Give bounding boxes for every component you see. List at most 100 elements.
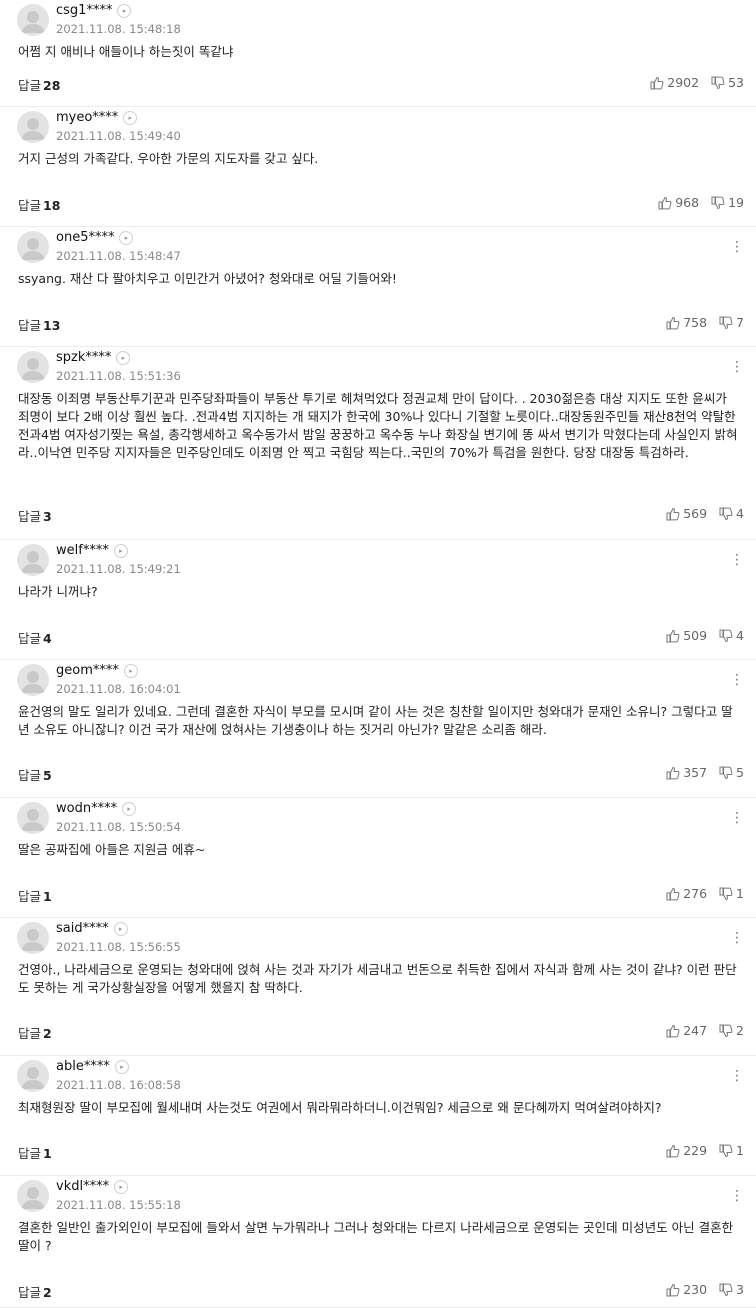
vote-group: 247 2	[654, 1023, 744, 1038]
profile-arrow-icon[interactable]: ▸	[114, 1180, 129, 1194]
dislike-button[interactable]: 3	[719, 1282, 744, 1297]
profile-arrow-icon[interactable]: ▸	[114, 1060, 129, 1074]
dislike-button[interactable]: 1	[719, 886, 744, 901]
comment-item: welf**** ▸ 2021.11.08. 15:49:21 ⋮ 나라가 니꺼냐…	[0, 540, 756, 660]
comment-author[interactable]: csg1**** ▸	[56, 3, 132, 18]
avatar[interactable]	[17, 664, 49, 696]
like-button[interactable]: 2902	[650, 75, 699, 90]
reply-button[interactable]: 답글 5	[18, 765, 52, 784]
author-nickname[interactable]: myeo****	[56, 110, 118, 125]
more-options-icon[interactable]: ⋮	[730, 931, 744, 945]
reply-label: 답글	[18, 1285, 42, 1300]
more-options-icon[interactable]: ⋮	[730, 1069, 744, 1083]
reply-button[interactable]: 답글 4	[18, 628, 52, 647]
avatar[interactable]	[17, 802, 49, 834]
comment-author[interactable]: vkdl**** ▸	[56, 1179, 129, 1194]
avatar[interactable]	[17, 231, 49, 263]
author-nickname[interactable]: csg1****	[56, 3, 112, 18]
like-button[interactable]: 357	[666, 765, 707, 780]
comment-item: one5**** ▸ 2021.11.08. 15:48:47 ⋮ ssyang.…	[0, 227, 756, 347]
comment-date: 2021.11.08. 15:50:54	[56, 820, 181, 834]
comment-date: 2021.11.08. 15:56:55	[56, 940, 181, 954]
dislike-button[interactable]: 4	[719, 506, 744, 521]
profile-arrow-icon[interactable]: ▸	[113, 922, 128, 936]
dislike-button[interactable]: 53	[711, 75, 744, 90]
thumbs-down-icon	[719, 315, 736, 330]
like-button[interactable]: 758	[666, 315, 707, 330]
avatar[interactable]	[17, 1060, 49, 1092]
like-count: 276	[683, 886, 708, 901]
profile-arrow-icon[interactable]: ▸	[116, 351, 131, 365]
like-button[interactable]: 509	[666, 628, 707, 643]
profile-arrow-icon[interactable]: ▸	[119, 231, 134, 245]
author-nickname[interactable]: said****	[56, 921, 109, 936]
comment-author[interactable]: wodn**** ▸	[56, 801, 137, 816]
reply-count: 1	[43, 1146, 52, 1161]
profile-arrow-icon[interactable]: ▸	[122, 802, 137, 816]
thumbs-down-icon	[711, 195, 728, 210]
like-button[interactable]: 569	[666, 506, 707, 521]
author-nickname[interactable]: one5****	[56, 230, 114, 245]
profile-arrow-icon[interactable]: ▸	[117, 4, 132, 18]
author-nickname[interactable]: spzk****	[56, 350, 111, 365]
like-count: 2902	[667, 75, 700, 90]
thumbs-down-icon	[711, 75, 728, 90]
more-options-icon[interactable]: ⋮	[730, 1189, 744, 1203]
reply-button[interactable]: 답글 13	[18, 315, 60, 334]
thumbs-up-icon	[666, 1282, 683, 1297]
like-count: 229	[683, 1143, 708, 1158]
comment-author[interactable]: spzk**** ▸	[56, 350, 131, 365]
author-nickname[interactable]: welf****	[56, 543, 109, 558]
dislike-count: 53	[728, 75, 744, 90]
profile-arrow-icon[interactable]: ▸	[113, 544, 128, 558]
author-nickname[interactable]: wodn****	[56, 801, 117, 816]
avatar[interactable]	[17, 1180, 49, 1212]
reply-button[interactable]: 답글 18	[18, 195, 60, 214]
author-nickname[interactable]: vkdl****	[56, 1179, 109, 1194]
more-options-icon[interactable]: ⋮	[730, 553, 744, 567]
dislike-button[interactable]: 19	[711, 195, 744, 210]
thumbs-down-icon	[719, 1282, 736, 1297]
like-button[interactable]: 276	[666, 886, 707, 901]
avatar[interactable]	[17, 544, 49, 576]
thumbs-up-icon	[666, 765, 683, 780]
author-nickname[interactable]: able****	[56, 1059, 110, 1074]
reply-button[interactable]: 답글 2	[18, 1282, 52, 1301]
reply-button[interactable]: 답글 28	[18, 75, 60, 94]
comment-author[interactable]: one5**** ▸	[56, 230, 134, 245]
profile-arrow-icon[interactable]: ▸	[123, 664, 138, 678]
thumbs-up-icon	[650, 75, 667, 90]
avatar[interactable]	[17, 351, 49, 383]
like-button[interactable]: 247	[666, 1023, 707, 1038]
like-button[interactable]: 230	[666, 1282, 707, 1297]
more-options-icon[interactable]: ⋮	[730, 360, 744, 374]
comment-item: wodn**** ▸ 2021.11.08. 15:50:54 ⋮ 딸은 공짜집에…	[0, 798, 756, 918]
vote-group: 509 4	[654, 628, 744, 643]
profile-arrow-icon[interactable]: ▸	[123, 111, 138, 125]
reply-button[interactable]: 답글 2	[18, 1023, 52, 1042]
like-button[interactable]: 229	[666, 1143, 707, 1158]
author-nickname[interactable]: geom****	[56, 663, 119, 678]
more-options-icon[interactable]: ⋮	[730, 240, 744, 254]
dislike-button[interactable]: 7	[719, 315, 744, 330]
reply-button[interactable]: 답글 3	[18, 506, 52, 525]
avatar[interactable]	[17, 922, 49, 954]
comment-author[interactable]: myeo**** ▸	[56, 110, 138, 125]
reply-button[interactable]: 답글 1	[18, 886, 52, 905]
dislike-button[interactable]: 5	[719, 765, 744, 780]
dislike-button[interactable]: 2	[719, 1023, 744, 1038]
comment-author[interactable]: said**** ▸	[56, 921, 128, 936]
comment-author[interactable]: geom**** ▸	[56, 663, 138, 678]
comment-text: 딸은 공짜집에 아들은 지원금 에휴~	[18, 842, 206, 857]
thumbs-down-icon	[719, 628, 736, 643]
comment-author[interactable]: able**** ▸	[56, 1059, 129, 1074]
reply-button[interactable]: 답글 1	[18, 1143, 52, 1162]
avatar[interactable]	[17, 4, 49, 36]
avatar[interactable]	[17, 111, 49, 143]
dislike-button[interactable]: 4	[719, 628, 744, 643]
like-button[interactable]: 968	[658, 195, 699, 210]
dislike-button[interactable]: 1	[719, 1143, 744, 1158]
comment-author[interactable]: welf**** ▸	[56, 543, 128, 558]
more-options-icon[interactable]: ⋮	[730, 811, 744, 825]
more-options-icon[interactable]: ⋮	[730, 673, 744, 687]
